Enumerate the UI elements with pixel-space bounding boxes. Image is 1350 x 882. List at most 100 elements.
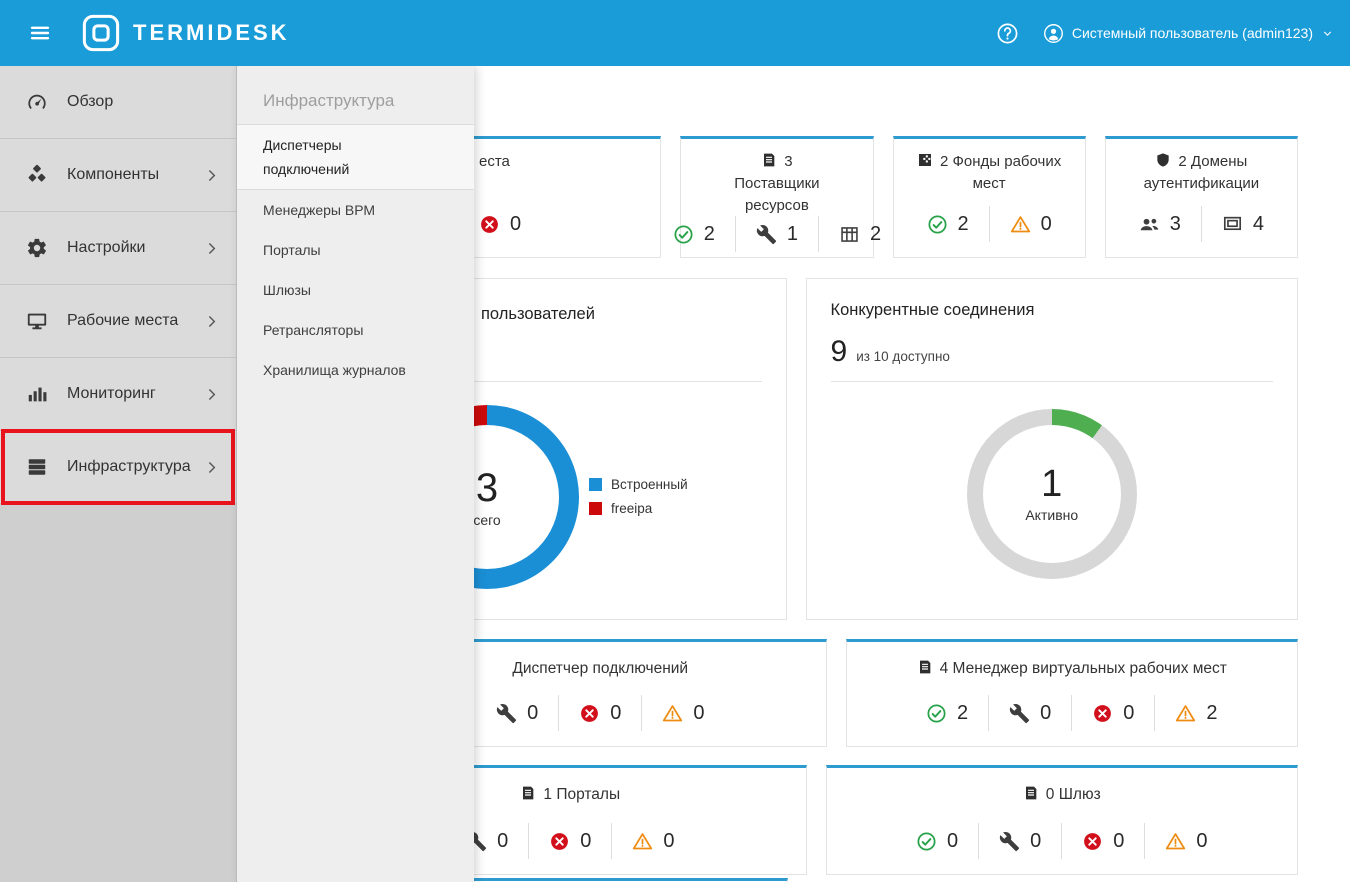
stat-wrench: 0 (988, 695, 1071, 731)
chevron-right-icon (203, 240, 220, 257)
wrench-icon (1009, 703, 1030, 724)
flyout-title: Инфраструктура (263, 91, 448, 111)
stat-warning: 0 (641, 695, 724, 731)
hamburger-menu-icon[interactable] (27, 22, 53, 44)
sidebar-item-overview[interactable]: Обзор (0, 66, 236, 139)
wrench-icon (496, 703, 517, 724)
flyout-item-label: Ретрансляторы (263, 318, 363, 342)
check-circle-icon (926, 703, 947, 724)
stat-error-circle: 0 (1061, 823, 1144, 859)
stat-users: 3 (1119, 206, 1201, 242)
pool-icon (917, 152, 933, 168)
stat-value: 0 (510, 213, 521, 236)
user-label: Системный пользователь (admin123) (1072, 25, 1313, 41)
stat-wrench: 0 (978, 823, 1061, 859)
connections-available-value: 9 (831, 335, 848, 369)
stat-value: 2 (870, 223, 881, 246)
stat-check-circle: 0 (896, 823, 978, 859)
legend-item: freeipa (589, 501, 688, 516)
stat-warning: 2 (1154, 695, 1237, 731)
check-circle-icon (916, 831, 937, 852)
stat-warning: 0 (611, 823, 694, 859)
stat-value: 0 (1123, 702, 1134, 725)
users-icon (1139, 214, 1160, 235)
stat-value: 0 (1041, 213, 1052, 236)
flyout-item-label: Диспетчеры подключений (263, 133, 413, 181)
stat-grid: 2 (818, 216, 901, 252)
stat-value: 2 (958, 213, 969, 236)
stats-row: 2 1 2 (653, 216, 901, 252)
server-icon (761, 152, 777, 168)
divider (831, 381, 1274, 382)
donut-center-value: 1 (1041, 465, 1062, 505)
stat-value: 0 (947, 830, 958, 853)
stat-value: 0 (1030, 830, 1041, 853)
stat-wrench: 0 (476, 695, 558, 731)
chevron-right-icon (203, 386, 220, 403)
server-icon (520, 785, 536, 801)
resource-providers-card: 3 Поставщики ресурсов212 (680, 136, 873, 258)
stat-check-circle: 2 (653, 216, 735, 252)
sidebar-item-label: Инфраструктура (67, 458, 203, 476)
infrastructure-icon (26, 456, 48, 478)
bottom-empty (807, 878, 1299, 882)
stat-value: 0 (527, 702, 538, 725)
flyout-item-log-storages[interactable]: Хранилища журналов (237, 350, 474, 390)
termidesk-logo-icon (82, 14, 120, 52)
stat-error-circle: 0 (558, 695, 641, 731)
settings-icon (26, 237, 48, 259)
card-title: 3 Поставщики ресурсов (691, 151, 862, 216)
flyout-menu: Диспетчеры подключений Менеджеры ВРМ Порта… (237, 124, 474, 390)
flyout-item-relays[interactable]: Ретрансляторы (237, 310, 474, 350)
connections-donut-chart: 1 Активно (967, 409, 1137, 579)
sidebar-item-label: Компоненты (67, 166, 203, 184)
warning-icon (1010, 214, 1031, 235)
stats-row: 000 (476, 695, 724, 731)
user-menu[interactable]: Системный пользователь (admin123) (1043, 23, 1334, 44)
card-title: 4 Менеджер виртуальных рабочих мест (917, 658, 1227, 680)
stat-wrench: 1 (735, 216, 818, 252)
warning-icon (662, 703, 683, 724)
stat-value: 1 (787, 223, 798, 246)
card-title: 2 Фонды рабочих мест (904, 151, 1075, 195)
chevron-right-icon (203, 167, 220, 184)
flyout-item-label: Порталы (263, 238, 321, 262)
topbar: TERMIDESK Системный пользователь (admin1… (0, 0, 1350, 66)
stat-value: 2 (957, 702, 968, 725)
sidebar-item-components[interactable]: Компоненты (0, 139, 236, 212)
legend-item: Встроенный (589, 477, 688, 492)
server-icon (917, 659, 933, 675)
error-circle-icon (579, 703, 600, 724)
flyout-item-gateways[interactable]: Шлюзы (237, 270, 474, 310)
warning-icon (1175, 703, 1196, 724)
help-icon[interactable] (996, 22, 1019, 45)
gateway-status-card: 0 Шлюз0000 (826, 765, 1299, 875)
chevron-down-icon (1321, 27, 1334, 40)
stat-value: 2 (704, 223, 715, 246)
sidebar-item-settings[interactable]: Настройки (0, 212, 236, 285)
stat-value: 2 (1206, 702, 1217, 725)
warning-icon (632, 831, 653, 852)
dashboard-icon (26, 91, 48, 113)
donut-center-label: сего (473, 512, 500, 528)
stat-error-circle: 0 (479, 206, 541, 242)
sidebar-item-infrastructure[interactable]: Инфраструктура (0, 431, 236, 504)
card-title: 0 Шлюз (1023, 784, 1101, 806)
check-circle-icon (673, 224, 694, 245)
card-title: 1 Порталы (520, 784, 620, 806)
frame-icon (1222, 214, 1243, 235)
flyout-item-portals[interactable]: Порталы (237, 230, 474, 270)
sidebar-item-monitoring[interactable]: Мониторинг (0, 358, 236, 431)
vdi-manager-status-card: 4 Менеджер виртуальных рабочих мест2002 (846, 639, 1299, 747)
components-icon (26, 164, 48, 186)
app-window: TERMIDESK Системный пользователь (admin1… (0, 0, 1350, 882)
sidebar-item-workplaces[interactable]: Рабочие места (0, 285, 236, 358)
flyout-item-label: Менеджеры ВРМ (263, 198, 375, 222)
legend-swatch (589, 478, 602, 491)
stat-value: 4 (1253, 213, 1264, 236)
flyout-item-connection-dispatchers[interactable]: Диспетчеры подключений (237, 124, 474, 190)
error-circle-icon (549, 831, 570, 852)
check-circle-icon (927, 214, 948, 235)
connections-summary: 9 из 10 доступно (831, 335, 950, 369)
flyout-item-vdi-managers[interactable]: Менеджеры ВРМ (237, 190, 474, 230)
